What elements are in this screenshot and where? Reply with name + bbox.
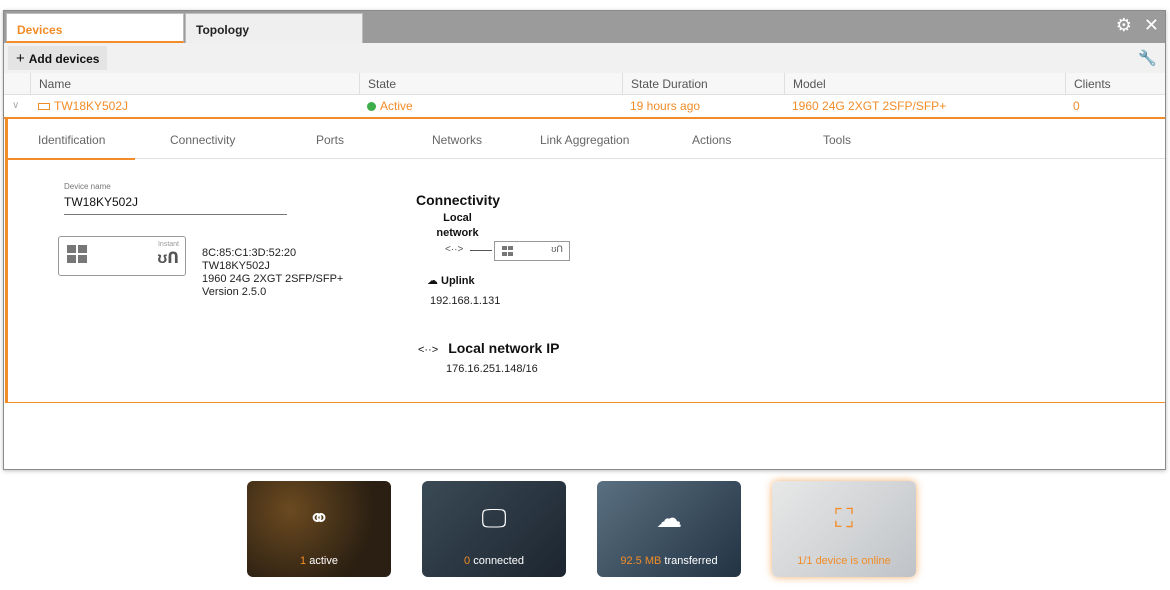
tab-devices[interactable]: Devices bbox=[6, 13, 184, 43]
device-name-label: Device name bbox=[64, 182, 111, 191]
card-online-label: 1/1 device is online bbox=[797, 555, 891, 567]
tab-tools[interactable]: Tools bbox=[823, 133, 851, 147]
ports-grid-icon bbox=[502, 246, 513, 256]
network-icon: ⚭ bbox=[308, 503, 330, 533]
tab-topology[interactable]: Topology bbox=[185, 13, 363, 43]
close-icon[interactable]: ✕ bbox=[1144, 15, 1159, 36]
add-devices-button[interactable]: + Add devices bbox=[8, 46, 108, 70]
uplink-label: ☁ Uplink bbox=[427, 274, 475, 287]
card-connected-value: 0 bbox=[464, 555, 471, 567]
mini-device-image: ʊՈ bbox=[494, 241, 570, 261]
brand-small: Instant bbox=[157, 241, 179, 248]
table-row[interactable]: ∨ TW18KY502J Active 19 hours ago 1960 24… bbox=[4, 95, 1165, 119]
add-devices-label: Add devices bbox=[28, 52, 100, 66]
devices-icon: 🖵 bbox=[481, 503, 507, 533]
device-model: 1960 24G 2XGT 2SFP/SFP+ bbox=[202, 273, 344, 285]
card-active[interactable]: ⚭ 1 active bbox=[247, 481, 391, 577]
col-state-duration[interactable]: State Duration bbox=[622, 73, 708, 95]
row-model: 1960 24G 2XGT 2SFP/SFP+ bbox=[792, 99, 947, 113]
title-bar: Devices Topology ⚙ ✕ bbox=[4, 11, 1165, 43]
card-active-value: 1 bbox=[300, 555, 307, 567]
row-name: TW18KY502J bbox=[30, 99, 128, 113]
plus-icon: + bbox=[16, 50, 25, 67]
col-clients[interactable]: Clients bbox=[1065, 73, 1111, 95]
switch-icon bbox=[38, 103, 50, 110]
link-line bbox=[470, 250, 492, 251]
col-model[interactable]: Model bbox=[784, 73, 826, 95]
card-transferred-label: transferred bbox=[664, 555, 718, 567]
app-window: Devices Topology ⚙ ✕ + Add devices 🔧 Name… bbox=[3, 10, 1166, 470]
link-arrows-icon: <··> bbox=[418, 344, 439, 356]
card-active-label: active bbox=[309, 555, 338, 567]
ports-grid-icon bbox=[67, 245, 87, 263]
tab-actions[interactable]: Actions bbox=[692, 133, 731, 147]
device-detail-panel: Identification Connectivity Ports Networ… bbox=[5, 119, 1165, 403]
table-header: Name State State Duration Model Clients bbox=[4, 73, 1165, 95]
topology-icon: ⛶ bbox=[834, 503, 854, 533]
mac-address: 8C:85:C1:3D:52:20 bbox=[202, 247, 297, 259]
local-network-ip-title: <··> Local network IP bbox=[418, 340, 559, 356]
row-state-text: Active bbox=[380, 99, 413, 113]
card-connected-label: connected bbox=[473, 555, 524, 567]
col-state[interactable]: State bbox=[359, 73, 396, 95]
cloud-icon: ☁ bbox=[427, 275, 438, 287]
firmware-version: Version 2.5.0 bbox=[202, 286, 267, 298]
local-network-label-line1: Local bbox=[443, 212, 472, 224]
local-network-ip: 176.16.251.148/16 bbox=[446, 363, 538, 375]
device-info: 8C:85:C1:3D:52:20 TW18KY502J 1960 24G 2X… bbox=[202, 247, 343, 299]
device-name-field[interactable]: TW18KY502J bbox=[64, 195, 287, 215]
uplink-ip: 192.168.1.131 bbox=[430, 295, 501, 307]
tab-ports[interactable]: Ports bbox=[316, 133, 344, 147]
row-clients: 0 bbox=[1073, 99, 1080, 113]
status-dot-icon bbox=[367, 102, 376, 111]
local-network-label-line2: network bbox=[436, 227, 479, 239]
card-connected[interactable]: 🖵 0 connected bbox=[422, 481, 566, 577]
serial-number: TW18KY502J bbox=[202, 260, 270, 272]
cloud-transfer-icon: ☁ bbox=[656, 503, 682, 533]
wrench-icon[interactable]: 🔧 bbox=[1138, 49, 1157, 67]
instant-on-logo: ʊՈ bbox=[157, 250, 179, 267]
col-name[interactable]: Name bbox=[30, 73, 71, 95]
row-state: Active bbox=[359, 99, 413, 113]
toolbar: + Add devices 🔧 bbox=[4, 43, 1165, 73]
link-arrows-icon: <··> bbox=[445, 244, 464, 255]
local-network-label: Local network bbox=[430, 211, 485, 241]
card-transferred[interactable]: ☁ 92.5 MB transferred bbox=[597, 481, 741, 577]
instant-on-logo-small: ʊՈ bbox=[551, 244, 563, 254]
tab-identification[interactable]: Identification bbox=[8, 133, 136, 160]
tab-networks[interactable]: Networks bbox=[432, 133, 482, 147]
connectivity-title: Connectivity bbox=[416, 192, 501, 208]
row-duration: 19 hours ago bbox=[630, 99, 701, 113]
row-name-text: TW18KY502J bbox=[54, 99, 129, 113]
uplink-text: Uplink bbox=[441, 275, 475, 287]
chevron-down-icon[interactable]: ∨ bbox=[12, 100, 19, 111]
detail-tabs: Identification Connectivity Ports Networ… bbox=[8, 119, 1165, 160]
card-transferred-value: 92.5 MB bbox=[620, 555, 662, 567]
device-image: Instant ʊՈ bbox=[58, 236, 186, 276]
gear-icon[interactable]: ⚙ bbox=[1116, 15, 1132, 36]
card-online[interactable]: ⛶ 1/1 device is online bbox=[772, 481, 916, 577]
tab-link-aggregation[interactable]: Link Aggregation bbox=[540, 133, 629, 147]
local-network-ip-title-text: Local network IP bbox=[448, 340, 560, 356]
tab-connectivity[interactable]: Connectivity bbox=[170, 133, 235, 147]
